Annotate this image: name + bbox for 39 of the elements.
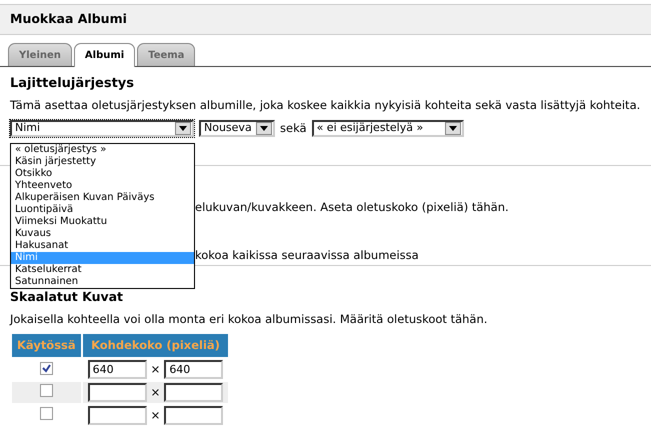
- dropdown-option[interactable]: Luontipäivä: [11, 204, 194, 216]
- description-text: elukuvan/kuvakkeen. Aseta oletuskoko (pixeliä) tähän.: [195, 199, 510, 216]
- times-text: ×: [150, 384, 160, 402]
- checkbox-label: kokoa kaikissa seuraavissa albumeissa: [195, 247, 420, 264]
- dropdown-option[interactable]: Hakusanat: [11, 240, 194, 252]
- description-text: Jokaisella kohteella voi olla monta eri kokoa albumissasi. Määritä oletuskoot tähän.: [10, 310, 488, 328]
- width-field[interactable]: 640: [88, 360, 147, 380]
- direction-select[interactable]: Nouseva: [199, 120, 275, 137]
- dropdown-option[interactable]: Otsikko: [11, 168, 194, 180]
- width-field[interactable]: [88, 406, 147, 426]
- dropdown-option[interactable]: Käsin järjestetty: [11, 156, 194, 168]
- tab[interactable]: Albumi: [74, 43, 136, 67]
- column-header: Käytössä: [12, 334, 81, 358]
- dropdown-option[interactable]: Katselukerrat: [11, 264, 194, 276]
- sort-field-select[interactable]: Nimi: [10, 120, 194, 137]
- times-text: ×: [150, 407, 160, 424]
- tab[interactable]: Teema: [137, 43, 196, 66]
- dropdown-option[interactable]: Alkuperäisen Kuvan Päiväys: [11, 192, 194, 204]
- description-text: Tämä asettaa oletusjärjestyksen albumille, joka koskee kaikkia nykyisiä kohteita sekä vasta lisättyjä kohteita.: [10, 96, 642, 114]
- checkbox[interactable]: [40, 362, 53, 376]
- times-text: ×: [150, 361, 160, 378]
- column-header: Kohdekoko (pixeliä): [82, 334, 228, 358]
- dropdown-option[interactable]: Yhteenveto: [11, 180, 194, 192]
- checkbox[interactable]: [40, 406, 53, 420]
- tab[interactable]: Yleinen: [8, 43, 72, 66]
- dropdown-option[interactable]: Kuvaus: [11, 228, 194, 240]
- width-field[interactable]: [88, 383, 147, 402]
- dropdown-option[interactable]: « oletusjärjestys »: [11, 144, 194, 156]
- checkbox[interactable]: [40, 384, 53, 397]
- window-title: Muokkaa Albumi: [0, 4, 651, 35]
- presort-select[interactable]: « ei esijärjestelyä »: [312, 120, 464, 137]
- height-field[interactable]: 640: [164, 360, 224, 380]
- height-field[interactable]: [164, 383, 224, 402]
- section-heading: Skaalatut Kuvat: [10, 288, 124, 306]
- joiner-text: sekä: [280, 120, 307, 137]
- section-heading: Lajittelujärjestys: [10, 75, 136, 93]
- dropdown-option[interactable]: Viimeksi Muokattu: [11, 216, 194, 228]
- height-field[interactable]: [164, 406, 224, 426]
- dropdown-option[interactable]: Satunnainen: [11, 276, 194, 288]
